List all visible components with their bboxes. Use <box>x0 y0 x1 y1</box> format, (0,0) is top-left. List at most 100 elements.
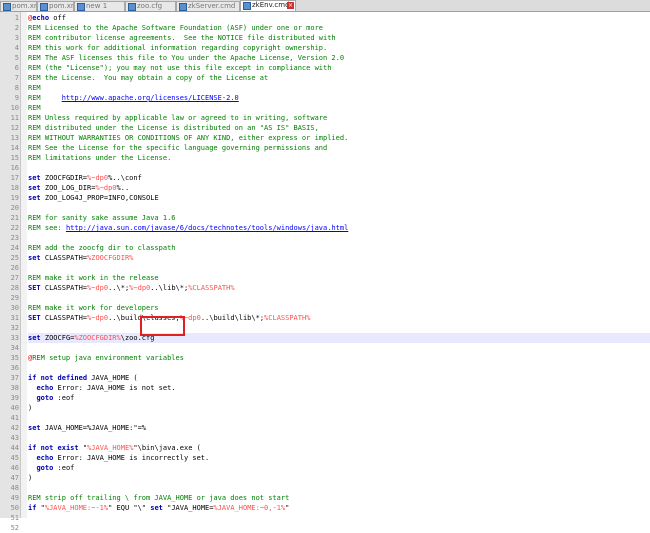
line-number: 37 <box>10 374 19 382</box>
code-token: set <box>28 184 41 192</box>
code-line: REM See the License for the specific lan… <box>28 143 650 153</box>
code-token: %CLASSPATH% <box>188 284 235 292</box>
code-token: REM add the zoocfg dir to classpath <box>28 244 176 252</box>
tab-3[interactable]: zoo.cfg <box>125 1 176 11</box>
code-line: REM <box>28 83 650 93</box>
code-token: CLASSPATH= <box>40 254 88 262</box>
code-token: goto <box>36 394 54 402</box>
code-token: %..\conf <box>108 174 142 182</box>
code-token: %ZOOCFGDIR% <box>87 254 134 262</box>
code-line: if "%JAVA_HOME:~-1%" EQU "\" set "JAVA_H… <box>28 503 650 513</box>
line-number: 44 <box>10 444 19 452</box>
tab-4[interactable]: zkServer.cmd <box>176 1 240 11</box>
code-token: ..\lib\*; <box>150 284 189 292</box>
code-line: REM this work for additional information… <box>28 43 650 53</box>
code-line: REM strip off trailing \ from JAVA_HOME … <box>28 493 650 503</box>
tab-label: zoo.cfg <box>137 2 163 10</box>
tab-label: pom.xml <box>49 2 73 10</box>
code-token: set <box>28 254 41 262</box>
code-line: REM Licensed to the Apache Software Foun… <box>28 23 650 33</box>
code-line: @echo off <box>28 13 650 23</box>
line-number: 12 <box>10 124 19 132</box>
file-icon <box>243 2 251 10</box>
code-token: ) <box>28 474 33 482</box>
line-number: 29 <box>10 294 19 302</box>
line-number: 27 <box>10 274 19 282</box>
code-token: set <box>28 174 41 182</box>
code-line: set ZOO_LOG_DIR=%~dp0%.. <box>28 183 650 193</box>
line-number: 20 <box>10 204 19 212</box>
code-token: %~dp0 <box>87 174 109 182</box>
code-token: REM <box>28 104 41 112</box>
line-number: 45 <box>10 454 19 462</box>
tab-bar: pom.xml pom.xml new 1 zoo.cfg zkServer.cmd zk… <box>0 0 650 12</box>
code-token: JAVA_HOME=%JAVA_HOME:"=% <box>40 424 147 432</box>
tab-2[interactable]: new 1 <box>74 1 125 11</box>
code-token: ZOO_LOG4J_PROP=INFO,CONSOLE <box>40 194 159 202</box>
code-token: JAVA_HOME ( <box>87 374 138 382</box>
code-token: REM distributed under the License is dis… <box>28 124 319 132</box>
file-icon <box>128 3 136 11</box>
code-token: ZOOCFG= <box>40 334 75 342</box>
code-line: REM see: http://java.sun.com/javase/6/do… <box>28 223 650 233</box>
line-number: 48 <box>10 484 19 492</box>
line-number: 16 <box>10 164 19 172</box>
code-token: %JAVA_HOME% <box>87 444 134 452</box>
code-line: set JAVA_HOME=%JAVA_HOME:"=% <box>28 423 650 433</box>
code-token: ) <box>28 404 33 412</box>
line-number: 23 <box>10 234 19 242</box>
code-line: REM The ASF licenses this file to You un… <box>28 53 650 63</box>
code-line: goto :eof <box>28 393 650 403</box>
code-token: :eof <box>53 394 75 402</box>
code-line: REM Unless required by applicable law or… <box>28 113 650 123</box>
code-token: " <box>36 504 45 512</box>
line-number: 6 <box>14 64 19 72</box>
close-tab-icon[interactable]: × <box>287 2 294 9</box>
code-token: " <box>285 504 290 512</box>
code-editor[interactable]: @echo off REM Licensed to the Apache Soft… <box>28 12 650 518</box>
code-line: echo Error: JAVA_HOME is not set. <box>28 383 650 393</box>
code-token: " EQU "\" <box>108 504 151 512</box>
file-icon <box>179 3 187 11</box>
line-number: 25 <box>10 254 19 262</box>
code-token: CLASSPATH= <box>40 314 88 322</box>
code-line: echo Error: JAVA_HOME is incorrectly set… <box>28 453 650 463</box>
tab-5[interactable]: zkEnv.cmd × <box>240 0 296 11</box>
code-token: REM setup java environment variables <box>32 354 184 362</box>
code-token: not <box>40 374 54 382</box>
tab-0[interactable]: pom.xml <box>0 1 37 11</box>
code-token: goto <box>36 464 54 472</box>
code-line: REM http://www.apache.org/licenses/LICEN… <box>28 93 650 103</box>
code-line: SET CLASSPATH=%~dp0..\build\classes;%~dp… <box>28 313 650 323</box>
tab-label: pom.xml <box>12 2 36 10</box>
tab-1[interactable]: pom.xml <box>37 1 74 11</box>
code-token: %.. <box>116 184 130 192</box>
code-token: "JAVA_HOME= <box>162 504 214 512</box>
tab-label: zkEnv.cmd <box>252 1 290 9</box>
line-number-gutter: 1 2 3 4 5 6 7 8 9 10 11 12 13 14 15 16 17 18 19 20 21 22 23 24 2… <box>0 12 21 532</box>
code-line: @REM setup java environment variables <box>28 353 650 363</box>
code-token: ..\*; <box>108 284 130 292</box>
file-icon <box>40 3 48 11</box>
code-token: REM make it work in the release <box>28 274 159 282</box>
code-token: not <box>40 444 54 452</box>
line-number: 49 <box>10 494 19 502</box>
code-line: set ZOOCFGDIR=%~dp0%..\conf <box>28 173 650 183</box>
code-token: REM strip off trailing \ from JAVA_HOME … <box>28 494 290 502</box>
line-number: 2 <box>14 24 19 32</box>
line-number: 42 <box>10 424 19 432</box>
line-number: 50 <box>10 504 19 512</box>
code-token: %~dp0 <box>87 284 109 292</box>
line-number: 32 <box>10 324 19 332</box>
line-number: 36 <box>10 364 19 372</box>
code-token: SET <box>28 284 41 292</box>
code-token: REM The ASF licenses this file to You un… <box>28 54 345 62</box>
code-token: Error: JAVA_HOME is incorrectly set. <box>53 454 210 462</box>
code-token: REM make it work for developers <box>28 304 159 312</box>
